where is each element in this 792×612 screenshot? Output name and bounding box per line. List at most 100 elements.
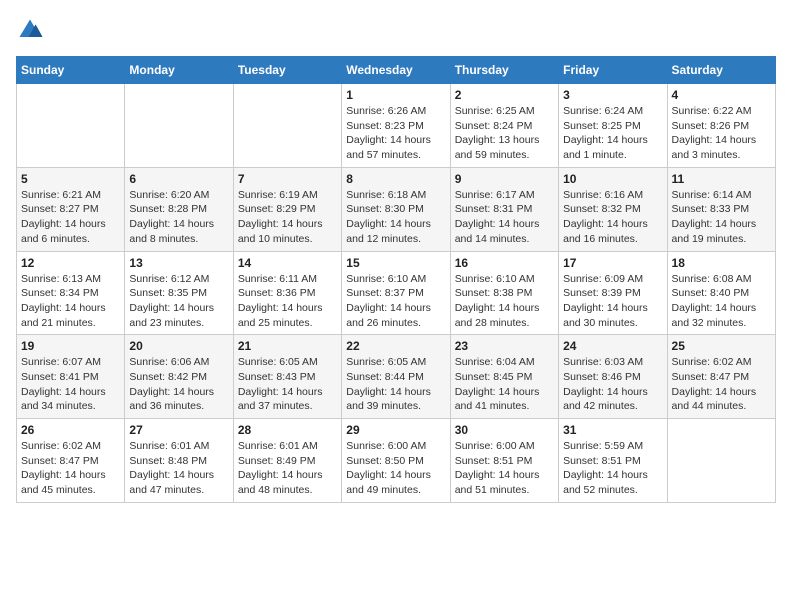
- calendar-cell: 27 Sunrise: 6:01 AM Sunset: 8:48 PM Dayli…: [125, 419, 233, 503]
- calendar-cell: 17 Sunrise: 6:09 AM Sunset: 8:39 PM Dayli…: [559, 251, 667, 335]
- calendar-cell: [17, 84, 125, 168]
- calendar-cell: 7 Sunrise: 6:19 AM Sunset: 8:29 PM Daylig…: [233, 167, 341, 251]
- day-info: Sunrise: 6:01 AM Sunset: 8:49 PM Dayligh…: [238, 439, 337, 498]
- page-header: [16, 16, 776, 44]
- day-info: Sunrise: 6:10 AM Sunset: 8:38 PM Dayligh…: [455, 272, 554, 331]
- calendar-cell: 28Sunrise: 6:01 AM Sunset: 8:49 PM Dayli…: [233, 419, 341, 503]
- day-info: Sunrise: 6:16 AM Sunset: 8:32 PM Dayligh…: [563, 188, 662, 247]
- calendar-cell: 13 Sunrise: 6:12 AM Sunset: 8:35 PM Dayli…: [125, 251, 233, 335]
- calendar-week-row: 1 Sunrise: 6:26 AM Sunset: 8:23 PM Daylig…: [17, 84, 776, 168]
- weekday-header-sunday: Sunday: [17, 57, 125, 84]
- day-number: 27: [129, 423, 228, 437]
- day-info: Sunrise: 6:12 AM Sunset: 8:35 PM Dayligh…: [129, 272, 228, 331]
- weekday-header-tuesday: Tuesday: [233, 57, 341, 84]
- day-info: Sunrise: 6:09 AM Sunset: 8:39 PM Dayligh…: [563, 272, 662, 331]
- calendar-cell: 31Sunrise: 5:59 AM Sunset: 8:51 PM Dayli…: [559, 419, 667, 503]
- day-info: Sunrise: 6:25 AM Sunset: 8:24 PM Dayligh…: [455, 104, 554, 163]
- calendar-week-row: 26 Sunrise: 6:02 AM Sunset: 8:47 PM Dayli…: [17, 419, 776, 503]
- day-info: Sunrise: 6:14 AM Sunset: 8:33 PM Dayligh…: [672, 188, 771, 247]
- calendar-cell: 20 Sunrise: 6:06 AM Sunset: 8:42 PM Dayli…: [125, 335, 233, 419]
- day-number: 4: [672, 88, 771, 102]
- day-number: 25: [672, 339, 771, 353]
- day-number: 12: [21, 256, 120, 270]
- day-info: Sunrise: 6:10 AM Sunset: 8:37 PM Dayligh…: [346, 272, 445, 331]
- calendar-cell: 2 Sunrise: 6:25 AM Sunset: 8:24 PM Daylig…: [450, 84, 558, 168]
- day-number: 30: [455, 423, 554, 437]
- day-number: 15: [346, 256, 445, 270]
- day-info: Sunrise: 6:24 AM Sunset: 8:25 PM Dayligh…: [563, 104, 662, 163]
- day-number: 8: [346, 172, 445, 186]
- day-number: 1: [346, 88, 445, 102]
- logo: [16, 16, 48, 44]
- calendar-week-row: 19 Sunrise: 6:07 AM Sunset: 8:41 PM Dayli…: [17, 335, 776, 419]
- weekday-header-friday: Friday: [559, 57, 667, 84]
- calendar-cell: 29Sunrise: 6:00 AM Sunset: 8:50 PM Dayli…: [342, 419, 450, 503]
- day-number: 22: [346, 339, 445, 353]
- day-number: 7: [238, 172, 337, 186]
- day-number: 14: [238, 256, 337, 270]
- day-info: Sunrise: 6:22 AM Sunset: 8:26 PM Dayligh…: [672, 104, 771, 163]
- day-info: Sunrise: 6:18 AM Sunset: 8:30 PM Dayligh…: [346, 188, 445, 247]
- calendar-week-row: 5 Sunrise: 6:21 AM Sunset: 8:27 PM Daylig…: [17, 167, 776, 251]
- calendar-cell: 16 Sunrise: 6:10 AM Sunset: 8:38 PM Dayli…: [450, 251, 558, 335]
- day-info: Sunrise: 6:02 AM Sunset: 8:47 PM Dayligh…: [672, 355, 771, 414]
- weekday-header-thursday: Thursday: [450, 57, 558, 84]
- day-info: Sunrise: 6:02 AM Sunset: 8:47 PM Dayligh…: [21, 439, 120, 498]
- calendar-cell: 30 Sunrise: 6:00 AM Sunset: 8:51 PM Dayli…: [450, 419, 558, 503]
- calendar-cell: 4 Sunrise: 6:22 AM Sunset: 8:26 PM Daylig…: [667, 84, 775, 168]
- calendar-table: SundayMondayTuesdayWednesdayThursdayFrid…: [16, 56, 776, 503]
- day-info: Sunrise: 6:05 AM Sunset: 8:43 PM Dayligh…: [238, 355, 337, 414]
- day-info: Sunrise: 6:01 AM Sunset: 8:48 PM Dayligh…: [129, 439, 228, 498]
- day-number: 11: [672, 172, 771, 186]
- calendar-cell: 21 Sunrise: 6:05 AM Sunset: 8:43 PM Dayli…: [233, 335, 341, 419]
- day-info: Sunrise: 6:26 AM Sunset: 8:23 PM Dayligh…: [346, 104, 445, 163]
- day-number: 5: [21, 172, 120, 186]
- day-info: Sunrise: 6:07 AM Sunset: 8:41 PM Dayligh…: [21, 355, 120, 414]
- day-info: Sunrise: 6:17 AM Sunset: 8:31 PM Dayligh…: [455, 188, 554, 247]
- day-number: 3: [563, 88, 662, 102]
- logo-icon: [16, 16, 44, 44]
- weekday-header-row: SundayMondayTuesdayWednesdayThursdayFrid…: [17, 57, 776, 84]
- day-info: Sunrise: 6:00 AM Sunset: 8:51 PM Dayligh…: [455, 439, 554, 498]
- calendar-cell: 18 Sunrise: 6:08 AM Sunset: 8:40 PM Dayli…: [667, 251, 775, 335]
- calendar-cell: 15 Sunrise: 6:10 AM Sunset: 8:37 PM Dayli…: [342, 251, 450, 335]
- day-number: 18: [672, 256, 771, 270]
- calendar-cell: [667, 419, 775, 503]
- calendar-cell: 8 Sunrise: 6:18 AM Sunset: 8:30 PM Daylig…: [342, 167, 450, 251]
- calendar-cell: 3 Sunrise: 6:24 AM Sunset: 8:25 PM Daylig…: [559, 84, 667, 168]
- weekday-header-wednesday: Wednesday: [342, 57, 450, 84]
- day-info: Sunrise: 6:03 AM Sunset: 8:46 PM Dayligh…: [563, 355, 662, 414]
- calendar-cell: [125, 84, 233, 168]
- calendar-cell: 9Sunrise: 6:17 AM Sunset: 8:31 PM Daylig…: [450, 167, 558, 251]
- calendar-cell: 25 Sunrise: 6:02 AM Sunset: 8:47 PM Dayli…: [667, 335, 775, 419]
- day-info: Sunrise: 6:21 AM Sunset: 8:27 PM Dayligh…: [21, 188, 120, 247]
- day-number: 16: [455, 256, 554, 270]
- day-number: 21: [238, 339, 337, 353]
- day-info: Sunrise: 6:19 AM Sunset: 8:29 PM Dayligh…: [238, 188, 337, 247]
- day-number: 6: [129, 172, 228, 186]
- day-number: 17: [563, 256, 662, 270]
- calendar-cell: 11 Sunrise: 6:14 AM Sunset: 8:33 PM Dayli…: [667, 167, 775, 251]
- calendar-cell: 1 Sunrise: 6:26 AM Sunset: 8:23 PM Daylig…: [342, 84, 450, 168]
- calendar-cell: 12 Sunrise: 6:13 AM Sunset: 8:34 PM Dayli…: [17, 251, 125, 335]
- day-info: Sunrise: 6:13 AM Sunset: 8:34 PM Dayligh…: [21, 272, 120, 331]
- calendar-week-row: 12 Sunrise: 6:13 AM Sunset: 8:34 PM Dayli…: [17, 251, 776, 335]
- day-info: Sunrise: 6:06 AM Sunset: 8:42 PM Dayligh…: [129, 355, 228, 414]
- day-number: 13: [129, 256, 228, 270]
- day-number: 20: [129, 339, 228, 353]
- calendar-cell: 6Sunrise: 6:20 AM Sunset: 8:28 PM Daylig…: [125, 167, 233, 251]
- calendar-cell: 22Sunrise: 6:05 AM Sunset: 8:44 PM Dayli…: [342, 335, 450, 419]
- day-number: 31: [563, 423, 662, 437]
- day-number: 29: [346, 423, 445, 437]
- day-info: Sunrise: 6:08 AM Sunset: 8:40 PM Dayligh…: [672, 272, 771, 331]
- day-number: 23: [455, 339, 554, 353]
- day-number: 19: [21, 339, 120, 353]
- calendar-cell: 10Sunrise: 6:16 AM Sunset: 8:32 PM Dayli…: [559, 167, 667, 251]
- calendar-cell: 23Sunrise: 6:04 AM Sunset: 8:45 PM Dayli…: [450, 335, 558, 419]
- day-info: Sunrise: 6:11 AM Sunset: 8:36 PM Dayligh…: [238, 272, 337, 331]
- calendar-cell: 24Sunrise: 6:03 AM Sunset: 8:46 PM Dayli…: [559, 335, 667, 419]
- calendar-cell: [233, 84, 341, 168]
- day-number: 26: [21, 423, 120, 437]
- calendar-cell: 14 Sunrise: 6:11 AM Sunset: 8:36 PM Dayli…: [233, 251, 341, 335]
- day-number: 2: [455, 88, 554, 102]
